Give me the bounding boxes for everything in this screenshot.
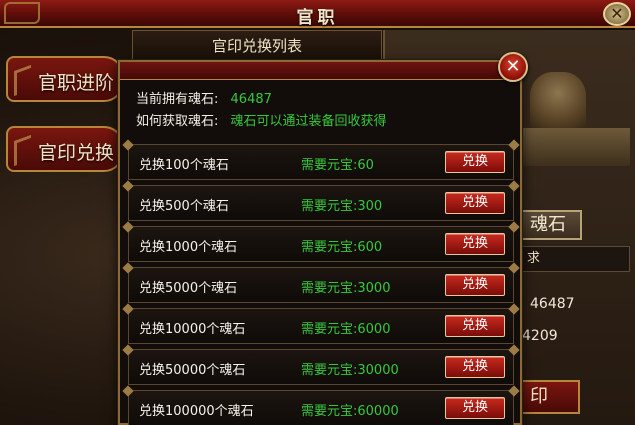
background-ingot-count: 4209	[522, 328, 558, 344]
exchange-row-cost: 需要元宝:3000	[301, 281, 391, 296]
how-to-obtain-label: 如何获取魂石:	[136, 114, 219, 129]
exchange-dialog: 当前拥有魂石: 46487 如何获取魂石: 魂石可以通过装备回收获得 兑换100…	[118, 60, 522, 425]
exchange-button[interactable]: 兑换	[445, 397, 505, 419]
tab-seal-exchange[interactable]: 官印兑换	[6, 126, 124, 172]
exchange-button[interactable]: 兑换	[445, 233, 505, 255]
exchange-button[interactable]: 兑换	[445, 356, 505, 378]
current-soulstone-value: 46487	[230, 92, 272, 107]
exchange-button[interactable]: 兑换	[445, 274, 505, 296]
exchange-row: 兑换50000个魂石 需要元宝:30000 兑换	[128, 349, 514, 385]
window-close-button[interactable]: ✕	[603, 2, 631, 26]
window-title: 官职	[296, 8, 339, 28]
exchange-row: 兑换100个魂石 需要元宝:60 兑换	[128, 144, 514, 180]
current-soulstone-info: 当前拥有魂石: 46487	[136, 88, 272, 107]
soulstone-button[interactable]: 魂石	[520, 210, 582, 240]
current-soulstone-label: 当前拥有魂石:	[136, 92, 219, 107]
seal-action-button[interactable]: 印	[520, 380, 580, 414]
exchange-row-name: 兑换100个魂石	[139, 158, 229, 173]
exchange-row: 兑换10000个魂石 需要元宝:6000 兑换	[128, 308, 514, 344]
exchange-row: 兑换500个魂石 需要元宝:300 兑换	[128, 185, 514, 221]
exchange-row-name: 兑换1000个魂石	[139, 240, 238, 255]
exchange-row: 兑换1000个魂石 需要元宝:600 兑换	[128, 226, 514, 262]
exchange-row-name: 兑换50000个魂石	[139, 363, 246, 378]
exchange-button[interactable]: 兑换	[445, 192, 505, 214]
how-to-obtain-info: 如何获取魂石: 魂石可以通过装备回收获得	[136, 110, 387, 129]
exchange-row-cost: 需要元宝:30000	[301, 363, 399, 378]
exchange-row-name: 兑换500个魂石	[139, 199, 229, 214]
exchange-row-cost: 需要元宝:60000	[301, 404, 399, 419]
exchange-row-cost: 需要元宝:300	[301, 199, 383, 214]
dialog-close-button[interactable]: ✕	[498, 52, 528, 82]
seal-statue-image	[530, 72, 586, 132]
exchange-row-cost: 需要元宝:600	[301, 240, 383, 255]
background-soulstone-count: 46487	[530, 296, 575, 312]
exchange-button[interactable]: 兑换	[445, 151, 505, 173]
exchange-row-cost: 需要元宝:60	[301, 158, 374, 173]
exchange-row-name: 兑换5000个魂石	[139, 281, 238, 296]
exchange-row-name: 兑换10000个魂石	[139, 322, 246, 337]
how-to-obtain-value: 魂石可以通过装备回收获得	[230, 114, 387, 129]
tab-official-promotion[interactable]: 官职进阶	[6, 56, 124, 102]
requirement-field: 求	[520, 246, 630, 272]
exchange-row: 兑换5000个魂石 需要元宝:3000 兑换	[128, 267, 514, 303]
window-title-bar: 官职 ✕	[0, 0, 635, 28]
close-icon: ✕	[505, 56, 521, 77]
exchange-row: 兑换100000个魂石 需要元宝:60000 兑换	[128, 390, 514, 425]
exchange-list-title: 官印兑换列表	[132, 30, 382, 60]
exchange-row-name: 兑换100000个魂石	[139, 404, 254, 419]
exchange-row-cost: 需要元宝:6000	[301, 322, 391, 337]
dialog-header-bar	[120, 62, 520, 80]
seal-pedestal-image	[520, 128, 630, 166]
exchange-button[interactable]: 兑换	[445, 315, 505, 337]
